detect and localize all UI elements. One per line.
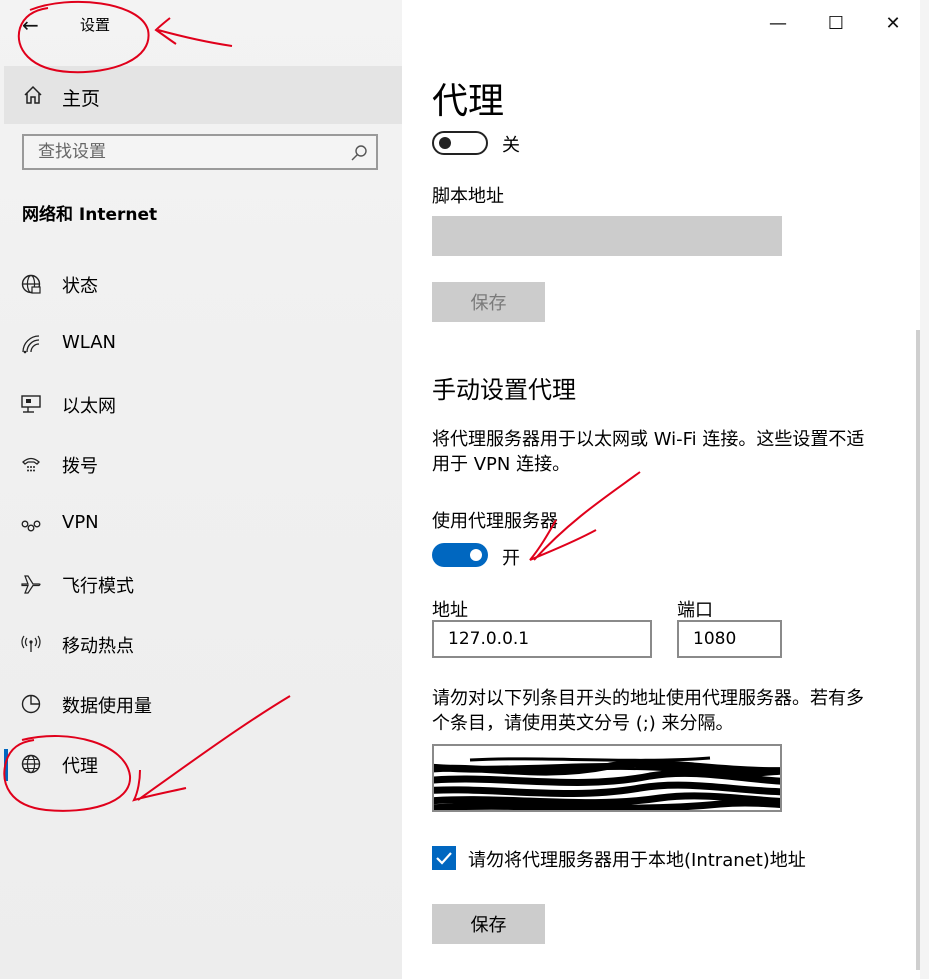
annotation-circle-title bbox=[17, 0, 150, 74]
red-annotation-overlay bbox=[3, 0, 641, 812]
annotation-circle-proxy bbox=[3, 735, 132, 812]
annotation-arrow-title bbox=[154, 17, 233, 47]
annotation-arrow-proxy bbox=[132, 695, 291, 802]
annotation-arrow-toggle bbox=[529, 471, 641, 561]
